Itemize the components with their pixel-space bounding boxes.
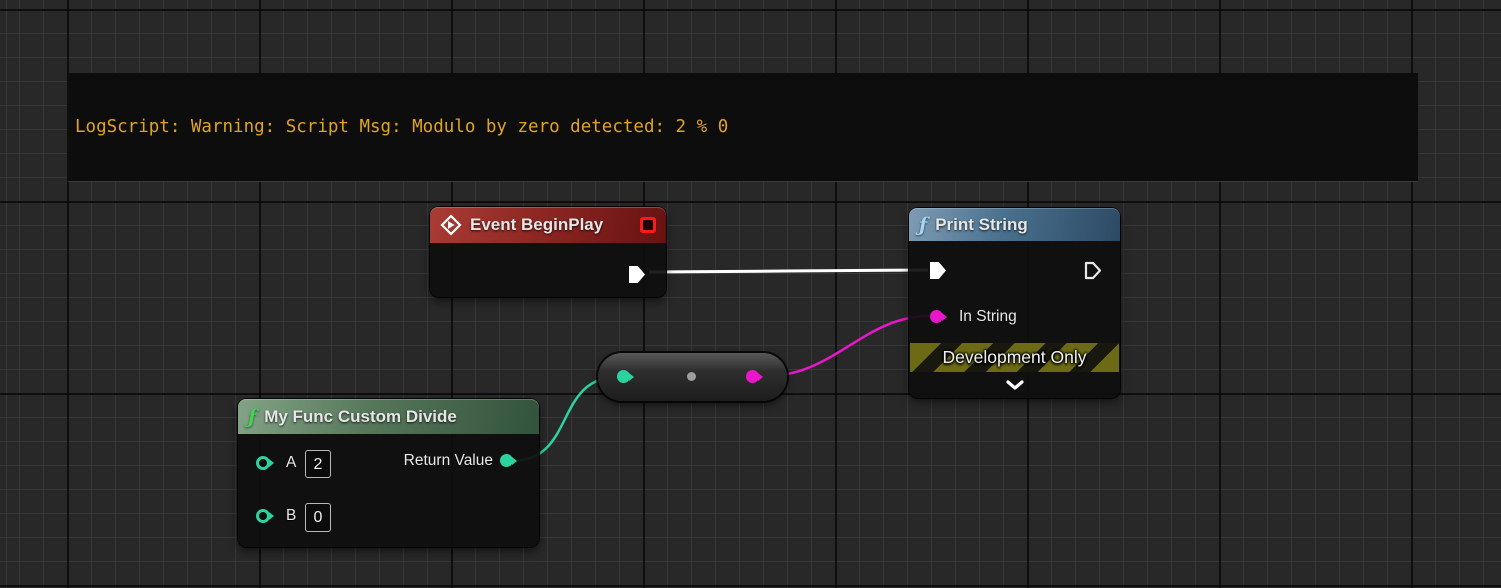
node-event-beginplay[interactable]: Event BeginPlay: [430, 207, 666, 297]
node-title: My Func Custom Divide: [264, 407, 457, 427]
pin-a-label: A: [286, 454, 296, 472]
editor-only-box-icon: [640, 217, 656, 233]
development-only-band: Development Only: [910, 343, 1119, 372]
conversion-input-pin[interactable]: [617, 370, 630, 383]
chevron-down-icon[interactable]: [1006, 380, 1024, 391]
pin-nub-icon: [269, 512, 274, 520]
pin-a[interactable]: [256, 456, 270, 470]
function-icon: ƒ: [248, 406, 256, 428]
exec-output-pin[interactable]: [1084, 261, 1102, 280]
exec-input-pin[interactable]: [930, 262, 946, 279]
pin-nub-icon: [629, 373, 634, 381]
node-event-beginplay-header[interactable]: Event BeginPlay: [430, 207, 666, 243]
node-to-string-conversion[interactable]: [598, 353, 787, 401]
output-log-overlay: LogScript: Warning: Script Msg: Modulo b…: [68, 73, 1418, 182]
pin-nub-icon: [512, 457, 517, 465]
development-only-label: Development Only: [943, 347, 1087, 368]
return-value-pin[interactable]: [500, 454, 513, 467]
node-my-func-custom-divide[interactable]: ƒ My Func Custom Divide A 2 B 0 Return V…: [238, 399, 539, 547]
pin-b-value-input[interactable]: 0: [305, 503, 331, 532]
pin-a-value-input[interactable]: 2: [305, 450, 331, 478]
node-print-string[interactable]: ƒ Print String In String Development Onl…: [909, 208, 1120, 398]
blueprint-graph-canvas[interactable]: LogScript: Warning: Script Msg: Modulo b…: [0, 0, 1501, 588]
pin-b-label: B: [286, 507, 296, 525]
exec-wire[interactable]: [649, 270, 928, 272]
node-title: Print String: [935, 215, 1028, 235]
in-string-label: In String: [959, 308, 1017, 326]
node-print-string-header[interactable]: ƒ Print String: [909, 208, 1120, 241]
node-title: Event BeginPlay: [470, 215, 603, 235]
return-value-label: Return Value: [404, 452, 493, 470]
node-my-func-header[interactable]: ƒ My Func Custom Divide: [238, 399, 539, 434]
log-line: Script call stack:: [75, 180, 1418, 182]
pin-nub-icon: [758, 373, 763, 381]
pin-b[interactable]: [256, 509, 270, 523]
in-string-pin[interactable]: [930, 310, 943, 323]
pin-nub-icon: [269, 459, 274, 467]
event-icon: [440, 214, 462, 236]
log-line: LogScript: Warning: Script Msg: Modulo b…: [75, 117, 1418, 138]
conversion-output-pin[interactable]: [746, 370, 759, 383]
pin-nub-icon: [942, 313, 947, 321]
conversion-dot-icon: [687, 372, 696, 381]
function-icon: ƒ: [919, 214, 927, 236]
exec-output-pin[interactable]: [629, 266, 645, 283]
